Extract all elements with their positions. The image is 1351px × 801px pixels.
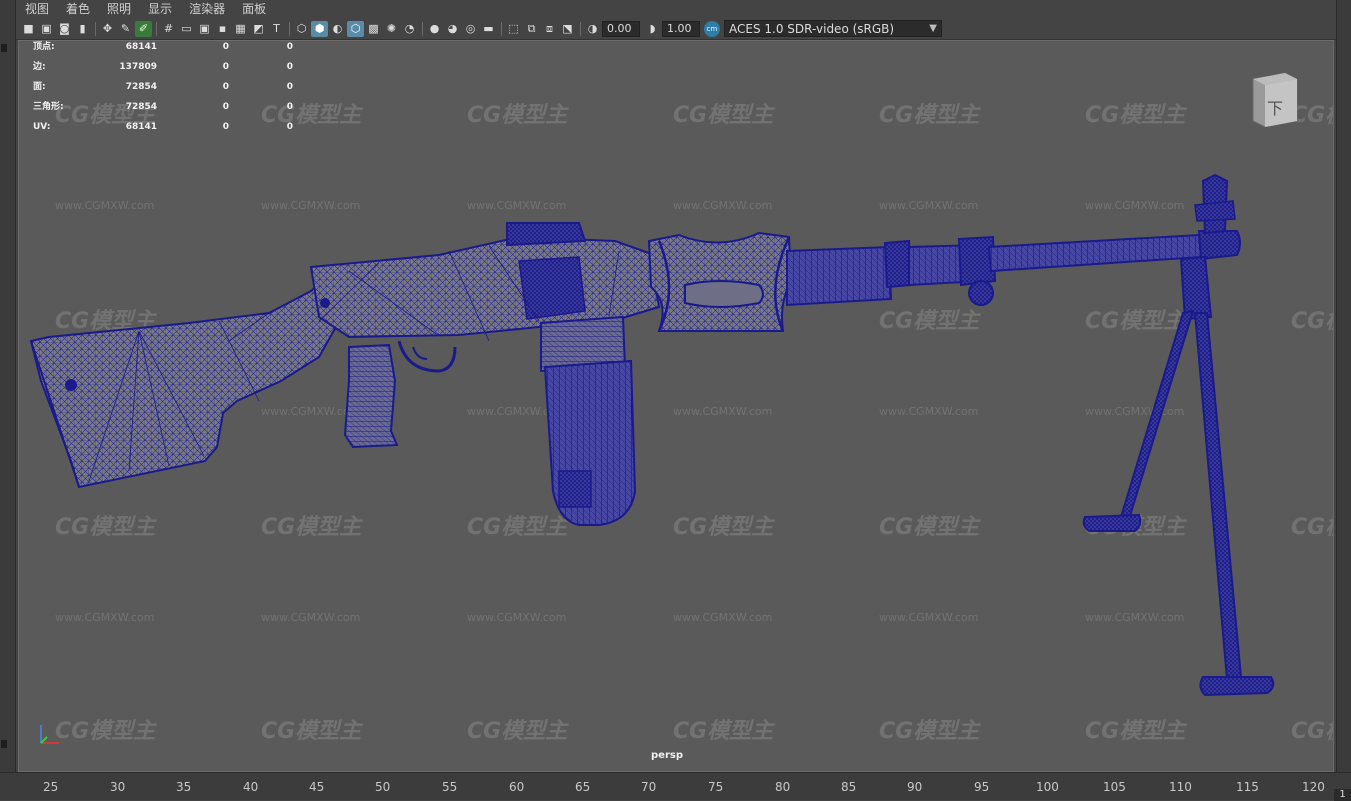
pistol-grip-part	[343, 343, 399, 449]
camera-icon[interactable]: ■	[20, 21, 37, 37]
gate-mask-icon[interactable]: ▪	[214, 21, 231, 37]
toolbar-divider	[156, 21, 157, 36]
menu-view[interactable]: 视图	[16, 0, 57, 18]
chevron-down-icon: ▼	[929, 23, 937, 34]
toolbar-divider	[289, 21, 290, 36]
menu-shading[interactable]: 着色	[57, 0, 98, 18]
field-chart-icon[interactable]: ▦	[232, 21, 249, 37]
multisample-aa-icon[interactable]: ◎	[462, 21, 479, 37]
maya-window: 视图 着色 照明 显示 渲染器 面板 ■ ▣ ◙ ▮ ✥ ✎ ✐ # ▭ ▣ ▪…	[0, 0, 1351, 801]
strip-arrow-icon[interactable]	[1, 740, 7, 748]
timeline-tick-label: 90	[907, 780, 923, 794]
xray-joints-icon[interactable]: ⬔	[559, 21, 576, 37]
machine-gun-wireframe-model[interactable]	[19, 41, 1334, 772]
exposure-field[interactable]: 0.00	[602, 20, 640, 37]
bipod-leg-right-part	[1193, 312, 1243, 681]
2d-pan-icon[interactable]: ✥	[99, 21, 116, 37]
timeline-tick-label: 80	[775, 780, 791, 794]
color-space-value: ACES 1.0 SDR-video (sRGB)	[729, 21, 895, 36]
timeline-tick-label: 120	[1302, 780, 1325, 794]
timeline-tick-label: 95	[974, 780, 990, 794]
timeline-tick-label: 50	[375, 780, 391, 794]
image-plane-icon[interactable]: ▮	[74, 21, 91, 37]
color-management-icon[interactable]: cm	[704, 20, 720, 37]
safe-title-icon[interactable]: T	[268, 21, 285, 37]
bipod-foot-left-part	[1082, 513, 1142, 532]
timeline-tick-label: 55	[442, 780, 458, 794]
wireframe-on-shaded-icon[interactable]: ⬡	[347, 20, 364, 37]
wireframe-icon[interactable]: ⬡	[293, 21, 310, 37]
shadows-icon[interactable]: ◔	[401, 21, 418, 37]
timeline-tick-label: 85	[841, 780, 857, 794]
grease-pencil-icon[interactable]: ✎	[117, 21, 134, 37]
timeline-tick-label: 30	[110, 780, 126, 794]
menu-lighting[interactable]: 照明	[98, 0, 139, 18]
barrel-part	[987, 233, 1203, 273]
camera-name-label: persp	[651, 750, 683, 761]
rear-sight-part	[506, 222, 587, 247]
view-cube-face-label: 下	[1266, 99, 1283, 118]
screen-space-ao-icon[interactable]: ●	[426, 21, 443, 37]
timeline-tick-label: 65	[575, 780, 591, 794]
timeline-tick-label: 45	[309, 780, 325, 794]
timeline-tick-label: 25	[43, 780, 59, 794]
xray-active-icon[interactable]: ⧈	[541, 21, 558, 37]
textured-icon[interactable]: ▩	[365, 21, 382, 37]
timeline-tick-label: 105	[1103, 780, 1126, 794]
panel-menu-bar: 视图 着色 照明 显示 渲染器 面板	[16, 0, 1336, 18]
timeline-tick-label: 60	[509, 780, 525, 794]
depth-of-field-icon[interactable]: ▬	[480, 21, 497, 37]
axis-gizmo-icon	[40, 725, 59, 744]
timeline-tick-label: 40	[243, 780, 259, 794]
default-material-icon[interactable]: ◐	[329, 21, 346, 37]
use-all-lights-icon[interactable]: ✺	[383, 21, 400, 37]
timeline-tick-label: 110	[1169, 780, 1192, 794]
current-frame-indicator[interactable]: 1	[1334, 789, 1351, 801]
panel-toolbar: ■ ▣ ◙ ▮ ✥ ✎ ✐ # ▭ ▣ ▪ ▦ ◩ T ⬡ ⬢ ◐ ⬡ ▩ ✺ …	[16, 18, 1336, 40]
right-tool-strip	[1336, 0, 1351, 772]
bipod-mount-part	[1179, 255, 1213, 321]
camera-attributes-icon[interactable]: ▣	[38, 21, 55, 37]
bipod-leg-left-part	[1119, 309, 1195, 521]
left-tool-strip	[0, 0, 16, 772]
timeline-tick-label: 75	[708, 780, 724, 794]
menu-renderer[interactable]: 渲染器	[180, 0, 233, 18]
pen-tool-icon[interactable]: ✐	[135, 20, 152, 37]
safe-action-icon[interactable]: ◩	[250, 21, 267, 37]
grid-icon[interactable]: #	[160, 21, 177, 37]
gamma-field[interactable]: 1.00	[662, 20, 700, 37]
timeline-tick-label: 70	[641, 780, 657, 794]
menu-show[interactable]: 显示	[139, 0, 180, 18]
strip-arrow-icon[interactable]	[1, 44, 7, 52]
toolbar-divider	[580, 21, 581, 36]
resolution-gate-icon[interactable]: ▣	[196, 21, 213, 37]
smooth-shade-icon[interactable]: ⬢	[311, 20, 328, 37]
color-space-dropdown[interactable]: ACES 1.0 SDR-video (sRGB) ▼	[724, 20, 942, 37]
film-gate-icon[interactable]: ▭	[178, 21, 195, 37]
motion-blur-icon[interactable]: ◕	[444, 21, 461, 37]
time-slider[interactable]: 25 30 35 40 45 50 55 60 65 70 75 80 85 9…	[0, 772, 1351, 801]
trigger-guard-part	[397, 340, 457, 373]
stock-part	[29, 270, 339, 489]
muzzle-part	[1197, 230, 1241, 261]
gas-block-part	[786, 245, 893, 307]
bipod-foot-right-part	[1199, 676, 1275, 697]
isolate-select-icon[interactable]: ⬚	[505, 21, 522, 37]
timeline-tick-label: 100	[1036, 780, 1059, 794]
sling-swivel-icon	[65, 379, 77, 391]
view-cube[interactable]: 下	[1251, 71, 1299, 128]
bookmark-icon[interactable]: ◙	[56, 21, 73, 37]
menu-panels[interactable]: 面板	[233, 0, 274, 18]
toolbar-divider	[501, 21, 502, 36]
gamma-icon[interactable]: ◗	[644, 21, 661, 37]
timeline-tick-label: 115	[1236, 780, 1259, 794]
exposure-icon[interactable]: ◑	[584, 21, 601, 37]
toolbar-divider	[422, 21, 423, 36]
xray-icon[interactable]: ⧉	[523, 21, 540, 37]
3d-viewport[interactable]: CG模型主 CG模型主 CG模型主 CG模型主 CG模型主 CG模型主 CG模型…	[18, 40, 1334, 772]
timeline-tick-label: 35	[176, 780, 192, 794]
toolbar-divider	[95, 21, 96, 36]
